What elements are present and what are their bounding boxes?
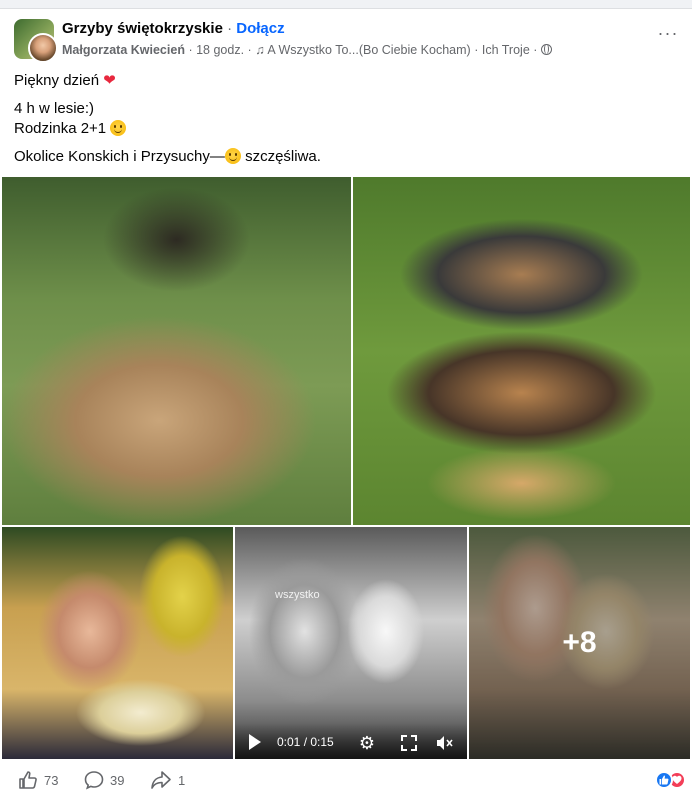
- post-line-3-text: Rodzinka 2+1: [14, 120, 107, 137]
- author-name-link[interactable]: Małgorzata Kwiecień: [62, 43, 185, 57]
- separator: ·: [227, 20, 233, 37]
- share-arrow-icon: [151, 771, 171, 789]
- play-icon[interactable]: [249, 734, 261, 750]
- post-line-2: 4 h w lesie:): [14, 100, 95, 117]
- share-count: 1: [178, 772, 186, 788]
- post-header: Grzyby świętokrzyskie · Dołącz Małgorzat…: [14, 19, 680, 63]
- comment-icon: [84, 771, 104, 790]
- mute-icon[interactable]: [436, 735, 454, 751]
- like-button[interactable]: 73: [18, 769, 58, 791]
- meta-dot-1: ·: [188, 43, 193, 57]
- photo-mushroom-crates-on-grass[interactable]: [353, 177, 690, 525]
- meta-dot-4: ·: [533, 43, 538, 57]
- video-watermark: wszystko: [275, 589, 320, 601]
- post-line-3: Rodzinka 2+1: [14, 119, 678, 139]
- post-line-4: Okolice Konskich i Przysuchy— szczęśliwa…: [14, 147, 678, 167]
- meta-dot-3: ·: [474, 43, 479, 57]
- gear-icon[interactable]: ⚙: [357, 733, 377, 753]
- post-line-4-feeling: szczęśliwa.: [245, 148, 321, 165]
- music-artist-link[interactable]: Ich Troje: [482, 43, 530, 57]
- post-text: Piękny dzień ❤ 4 h w lesie:) Rodzinka 2+…: [14, 71, 678, 167]
- post-line-1-text: Piękny dzień: [14, 72, 100, 89]
- post-card: Grzyby świętokrzyskie · Dołącz Małgorzat…: [0, 8, 692, 798]
- photo-woman-with-mushroom-crates[interactable]: [2, 177, 351, 525]
- comment-count: 39: [110, 772, 125, 788]
- smiley-emoji-icon: [110, 120, 127, 136]
- post-line-1: Piękny dzień ❤: [14, 71, 678, 91]
- globe-icon[interactable]: [540, 44, 552, 55]
- photo-more-images[interactable]: +8: [469, 527, 690, 759]
- photo-selfie-with-mushrooms[interactable]: [2, 527, 233, 759]
- more-photos-count[interactable]: +8: [469, 527, 690, 759]
- comment-button[interactable]: 39: [84, 769, 124, 791]
- music-note-icon: ♫: [255, 43, 265, 57]
- group-avatar[interactable]: [14, 19, 58, 63]
- thumbs-up-icon: [19, 771, 37, 789]
- heart-emoji-icon: ❤: [103, 72, 116, 89]
- more-options-button[interactable]: ···: [656, 24, 680, 49]
- music-title-link[interactable]: A Wszystko To...(Bo Ciebie Kocham): [267, 43, 470, 57]
- like-reaction-icon: [655, 771, 673, 789]
- author-avatar[interactable]: [28, 33, 58, 63]
- post-line-4-text: Okolice Konskich i Przysuchy—: [14, 148, 225, 165]
- post-time-link[interactable]: 18 godz.: [196, 43, 244, 57]
- share-button[interactable]: 1: [150, 769, 185, 791]
- relieved-emoji-icon: [224, 148, 241, 164]
- title-line: Grzyby świętokrzyskie · Dołącz: [62, 20, 285, 37]
- fullscreen-icon[interactable]: [401, 735, 417, 751]
- video-selfie-with-mushroom[interactable]: wszystko 0:01 / 0:15 ⚙: [235, 527, 467, 759]
- action-bar: 73 39 1: [0, 761, 692, 797]
- join-group-button[interactable]: Dołącz: [236, 20, 284, 37]
- meta-dot-2: ·: [247, 43, 252, 57]
- like-count: 73: [44, 772, 59, 788]
- reaction-summary[interactable]: [655, 771, 686, 789]
- video-time: 0:01 / 0:15: [277, 735, 334, 749]
- post-meta: Małgorzata Kwiecień · 18 godz. · ♫ A Wsz…: [62, 43, 552, 57]
- group-name-link[interactable]: Grzyby świętokrzyskie: [62, 20, 223, 37]
- video-controls: 0:01 / 0:15 ⚙: [235, 723, 467, 759]
